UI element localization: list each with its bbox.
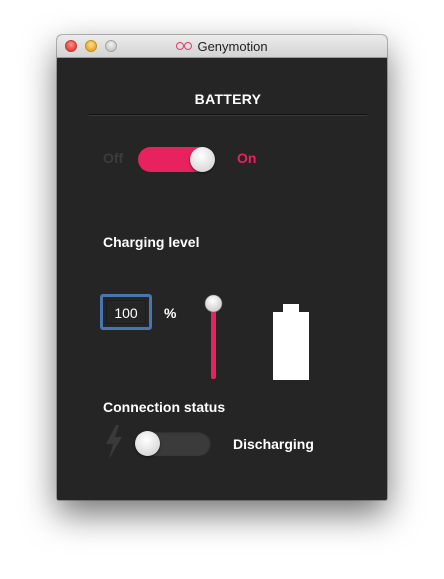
window-title-text: Genymotion	[197, 39, 268, 54]
battery-cap	[283, 304, 299, 312]
battery-panel: BATTERY Off On Charging level 100 % Conn…	[57, 58, 387, 500]
charging-level-input[interactable]: 100	[100, 294, 152, 330]
battery-fill	[273, 312, 309, 380]
charging-level-label: Charging level	[103, 234, 200, 250]
toggle-knob[interactable]	[135, 431, 160, 456]
connection-status-value: Discharging	[233, 436, 314, 452]
charging-level-value[interactable]: 100	[106, 300, 146, 324]
connection-toggle[interactable]	[135, 431, 211, 456]
charging-level-slider-thumb[interactable]	[204, 294, 223, 313]
power-off-label: Off	[103, 150, 124, 166]
charging-level-slider-track[interactable]	[211, 303, 216, 379]
section-divider	[89, 114, 367, 116]
window-title: Genymotion	[57, 39, 387, 54]
title-bar[interactable]: Genymotion	[57, 35, 387, 58]
lightning-bolt-icon	[106, 425, 122, 459]
section-title: BATTERY	[194, 91, 262, 107]
percent-unit-label: %	[164, 305, 177, 321]
battery-body	[273, 312, 309, 380]
battery-power-toggle[interactable]	[138, 147, 215, 172]
battery-level-icon	[273, 304, 309, 380]
connection-status-label: Connection status	[103, 399, 226, 415]
genymotion-window: Genymotion BATTERY Off On Charging level…	[57, 35, 387, 500]
power-on-label: On	[237, 150, 257, 166]
toggle-knob[interactable]	[190, 147, 215, 172]
genymotion-logo-icon	[176, 41, 193, 51]
